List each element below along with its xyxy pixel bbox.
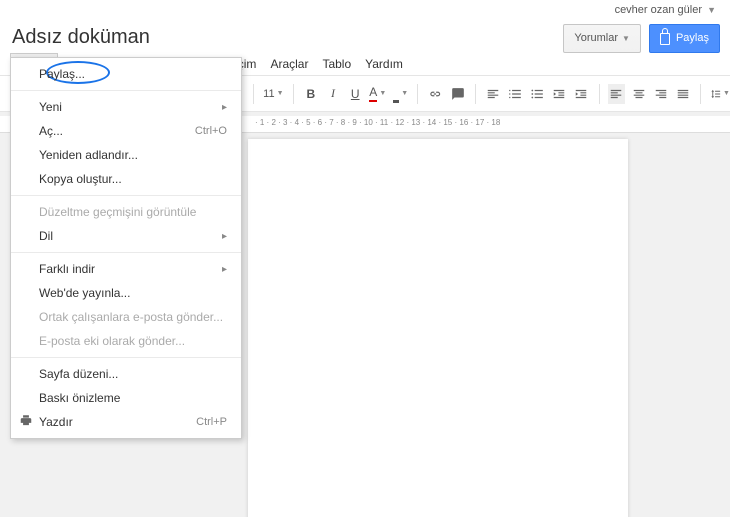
menu-separator — [11, 195, 241, 196]
menuitem-share-label: Paylaş... — [39, 67, 85, 81]
toolbar-separator — [293, 84, 294, 104]
ruler-ticks: · 1 · 2 · 3 · 4 · 5 · 6 · 7 · 8 · 9 · 10… — [255, 118, 500, 127]
menuitem-share[interactable]: Paylaş... — [11, 62, 241, 86]
underline-button[interactable]: U — [347, 84, 363, 104]
menuitem-open-label: Aç... — [39, 124, 63, 138]
menu-tools[interactable]: Araçlar — [263, 53, 315, 75]
menuitem-print-preview[interactable]: Baskı önizleme — [11, 386, 241, 410]
menuitem-print-label: Yazdır — [39, 415, 73, 429]
caret-down-icon: ▼ — [277, 90, 284, 97]
file-dropdown: Paylaş... Yeni ▸ Aç... Ctrl+O Yeniden ad… — [10, 57, 242, 439]
toolbar-separator — [475, 84, 476, 104]
menuitem-open[interactable]: Aç... Ctrl+O — [11, 119, 241, 143]
header-actions: Yorumlar ▼ Paylaş — [563, 24, 720, 53]
menuitem-publish-web[interactable]: Web'de yayınla... — [11, 281, 241, 305]
align-left-button[interactable] — [484, 84, 500, 104]
menuitem-print[interactable]: Yazdır Ctrl+P — [11, 410, 241, 434]
menuitem-rename-label: Yeniden adlandır... — [39, 148, 138, 162]
menu-separator — [11, 90, 241, 91]
toolbar-separator — [417, 84, 418, 104]
align-center-button[interactable] — [631, 84, 647, 104]
toolbar-separator — [700, 84, 701, 104]
align-justify-button[interactable] — [675, 84, 691, 104]
submenu-caret-icon: ▸ — [222, 231, 227, 242]
menuitem-email-attach-label: E-posta eki olarak gönder... — [39, 334, 185, 348]
menuitem-email-collaborators: Ortak çalışanlara e-posta gönder... — [11, 305, 241, 329]
menuitem-open-shortcut: Ctrl+O — [195, 125, 227, 137]
submenu-caret-icon: ▸ — [222, 102, 227, 113]
insert-comment-button[interactable] — [449, 84, 465, 104]
account-bar: cevher ozan güler ▼ — [0, 0, 730, 26]
menu-table[interactable]: Tablo — [315, 53, 358, 75]
share-button[interactable]: Paylaş — [649, 24, 720, 53]
comments-button[interactable]: Yorumlar ▼ — [563, 24, 641, 53]
menuitem-revision-label: Düzeltme geçmişini görüntüle — [39, 205, 196, 219]
italic-button[interactable]: I — [325, 84, 341, 104]
menuitem-page-setup-label: Sayfa düzeni... — [39, 367, 118, 381]
menuitem-download-as[interactable]: Farklı indir ▸ — [11, 257, 241, 281]
lock-icon — [660, 33, 670, 45]
menuitem-email-attachment: E-posta eki olarak gönder... — [11, 329, 241, 353]
menuitem-new-label: Yeni — [39, 100, 62, 114]
text-color-a: A — [369, 85, 377, 102]
menuitem-new[interactable]: Yeni ▸ — [11, 95, 241, 119]
menuitem-make-copy[interactable]: Kopya oluştur... — [11, 167, 241, 191]
menu-separator — [11, 357, 241, 358]
menuitem-language-label: Dil — [39, 229, 53, 243]
share-label: Paylaş — [676, 26, 709, 51]
document-page[interactable] — [248, 139, 628, 517]
printer-icon — [19, 414, 33, 431]
align-right-button[interactable] — [653, 84, 669, 104]
menuitem-revision-history: Düzeltme geçmişini görüntüle — [11, 200, 241, 224]
account-name[interactable]: cevher ozan güler — [615, 4, 702, 16]
text-color-button[interactable]: A ▼ — [369, 84, 386, 104]
menuitem-download-label: Farklı indir — [39, 262, 95, 276]
align-left-button-2[interactable] — [608, 84, 624, 104]
menuitem-language[interactable]: Dil ▸ — [11, 224, 241, 248]
increase-indent-button[interactable] — [573, 84, 589, 104]
numbered-list-button[interactable] — [507, 84, 523, 104]
account-caret-icon[interactable]: ▼ — [707, 5, 716, 15]
bold-button[interactable]: B — [303, 84, 319, 104]
font-size-value: 11 — [263, 88, 274, 100]
comments-label: Yorumlar — [574, 26, 618, 51]
menuitem-print-preview-label: Baskı önizleme — [39, 391, 120, 405]
insert-link-button[interactable] — [427, 84, 443, 104]
menu-help[interactable]: Yardım — [358, 53, 410, 75]
submenu-caret-icon: ▸ — [222, 264, 227, 275]
caret-down-icon: ▼ — [622, 26, 630, 51]
toolbar-separator — [253, 84, 254, 104]
menuitem-rename[interactable]: Yeniden adlandır... — [11, 143, 241, 167]
menuitem-page-setup[interactable]: Sayfa düzeni... — [11, 362, 241, 386]
caret-down-icon: ▼ — [723, 90, 730, 97]
highlight-color-button[interactable]: ▼ — [392, 84, 408, 104]
menuitem-email-collab-label: Ortak çalışanlara e-posta gönder... — [39, 310, 223, 324]
font-size-select[interactable]: 11 ▼ — [263, 84, 284, 104]
bullet-list-button[interactable] — [529, 84, 545, 104]
menu-separator — [11, 252, 241, 253]
highlight-swatch-icon — [393, 85, 400, 103]
menuitem-make-copy-label: Kopya oluştur... — [39, 172, 122, 186]
line-spacing-button[interactable]: ▼ — [710, 84, 730, 104]
decrease-indent-button[interactable] — [551, 84, 567, 104]
caret-down-icon: ▼ — [401, 90, 408, 97]
menuitem-publish-label: Web'de yayınla... — [39, 286, 130, 300]
toolbar-separator — [599, 84, 600, 104]
caret-down-icon: ▼ — [379, 90, 386, 97]
menuitem-print-shortcut: Ctrl+P — [196, 416, 227, 428]
